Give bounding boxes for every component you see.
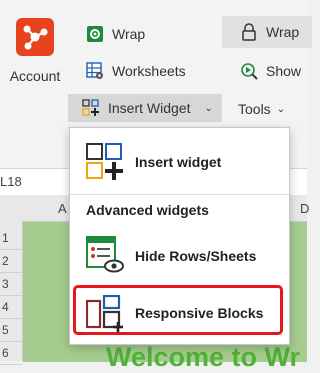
tools-dropdown-button[interactable]: Tools ⌄: [238, 96, 285, 122]
account-label: Account: [9, 68, 61, 84]
show-label: Show: [266, 63, 302, 79]
insert-widget-label: Insert Widget: [108, 100, 191, 116]
row-header[interactable]: 3: [0, 273, 22, 296]
menu-divider: [70, 194, 289, 195]
wrap-button[interactable]: Wrap: [86, 21, 145, 47]
row-header[interactable]: 5: [0, 319, 22, 342]
chevron-down-icon: ⌄: [204, 102, 213, 114]
cell-reference[interactable]: L18: [0, 174, 22, 189]
show-button[interactable]: Show: [240, 58, 301, 84]
insert-widget-grid-icon: [86, 143, 124, 181]
insert-widget-menu: Insert widget Advanced widgets Hide Rows…: [69, 127, 290, 345]
wrap2-label: Wrap: [266, 24, 300, 40]
row-header[interactable]: 4: [0, 296, 22, 319]
account-button[interactable]: Account: [6, 18, 64, 84]
show-icon: [240, 62, 258, 80]
chevron-down-icon: ⌄: [276, 103, 286, 115]
column-header[interactable]: A: [58, 201, 67, 216]
lock-icon: [240, 23, 258, 41]
welcome-text: Welcome to Wr: [106, 342, 301, 372]
menu-item-insert-widget[interactable]: Insert widget: [70, 136, 289, 188]
row-header[interactable]: 2: [0, 250, 22, 273]
menu-item-hide-rows-sheets[interactable]: Hide Rows/Sheets: [70, 228, 289, 284]
worksheets-label: Worksheets: [112, 63, 186, 79]
responsive-blocks-icon: [85, 294, 124, 333]
insert-widget-item-label: Insert widget: [135, 154, 222, 170]
wrap-label: Wrap: [112, 26, 146, 42]
hide-rows-icon: [86, 236, 124, 274]
menu-item-responsive-blocks[interactable]: Responsive Blocks: [70, 288, 289, 338]
column-header[interactable]: D: [300, 201, 309, 216]
tools-label: Tools: [238, 101, 271, 117]
row-header-column: 1 2 3 4 5 6: [0, 221, 23, 365]
wrap-button-2[interactable]: Wrap: [222, 16, 312, 48]
responsive-blocks-item-label: Responsive Blocks: [135, 305, 264, 321]
worksheets-icon: [86, 62, 104, 80]
account-logo-icon: [16, 18, 54, 56]
insert-widget-dropdown-button[interactable]: Insert Widget ⌄: [68, 94, 222, 122]
insert-widget-icon: [82, 99, 100, 117]
advanced-widgets-heading: Advanced widgets: [86, 202, 209, 218]
wrap-icon: [86, 25, 104, 43]
worksheets-button[interactable]: Worksheets: [86, 58, 186, 84]
hide-rows-item-label: Hide Rows/Sheets: [135, 248, 257, 264]
row-header[interactable]: 6: [0, 342, 22, 365]
row-header[interactable]: 1: [0, 227, 22, 250]
